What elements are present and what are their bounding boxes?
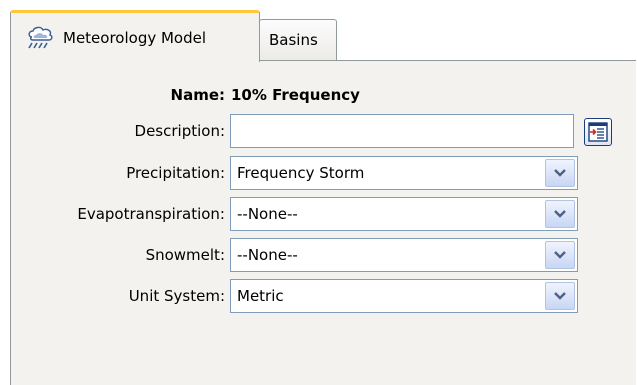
- tab-meteorology-model[interactable]: Meteorology Model: [10, 10, 260, 62]
- select-value: --None--: [237, 205, 298, 223]
- weather-storm-icon: [28, 26, 53, 48]
- tab-basins[interactable]: Basins: [259, 19, 337, 60]
- tab-label: Basins: [269, 31, 318, 49]
- description-editor-icon: [588, 122, 608, 142]
- name-value: 10% Frequency: [231, 86, 360, 104]
- tab-label: Meteorology Model: [63, 28, 207, 47]
- name-label: Name:: [170, 86, 225, 104]
- unit-system-select[interactable]: Metric: [230, 279, 578, 313]
- chevron-down-icon: [554, 292, 566, 300]
- description-input[interactable]: [230, 114, 574, 148]
- dropdown-button[interactable]: [545, 159, 575, 187]
- select-value: Metric: [237, 287, 284, 305]
- precipitation-label: Precipitation:: [126, 164, 225, 182]
- tab-strip: Meteorology Model Basins: [0, 0, 637, 62]
- dropdown-button[interactable]: [545, 241, 575, 269]
- chevron-down-icon: [554, 210, 566, 218]
- snowmelt-select[interactable]: --None--: [230, 238, 578, 272]
- select-value: --None--: [237, 246, 298, 264]
- chevron-down-icon: [554, 169, 566, 177]
- dropdown-button[interactable]: [545, 200, 575, 228]
- description-label: Description:: [134, 122, 225, 140]
- dropdown-button[interactable]: [545, 282, 575, 310]
- snowmelt-label: Snowmelt:: [145, 246, 225, 264]
- unit-system-label: Unit System:: [128, 287, 225, 305]
- description-editor-button[interactable]: [584, 118, 612, 146]
- evapotranspiration-label: Evapotranspiration:: [77, 205, 225, 223]
- precipitation-select[interactable]: Frequency Storm: [230, 156, 578, 190]
- select-value: Frequency Storm: [237, 164, 365, 182]
- evapotranspiration-select[interactable]: --None--: [230, 197, 578, 231]
- meteorology-model-editor: Meteorology Model Basins Name: 10% Frequ…: [0, 0, 637, 385]
- chevron-down-icon: [554, 251, 566, 259]
- name-row: Name: 10% Frequency: [0, 86, 637, 108]
